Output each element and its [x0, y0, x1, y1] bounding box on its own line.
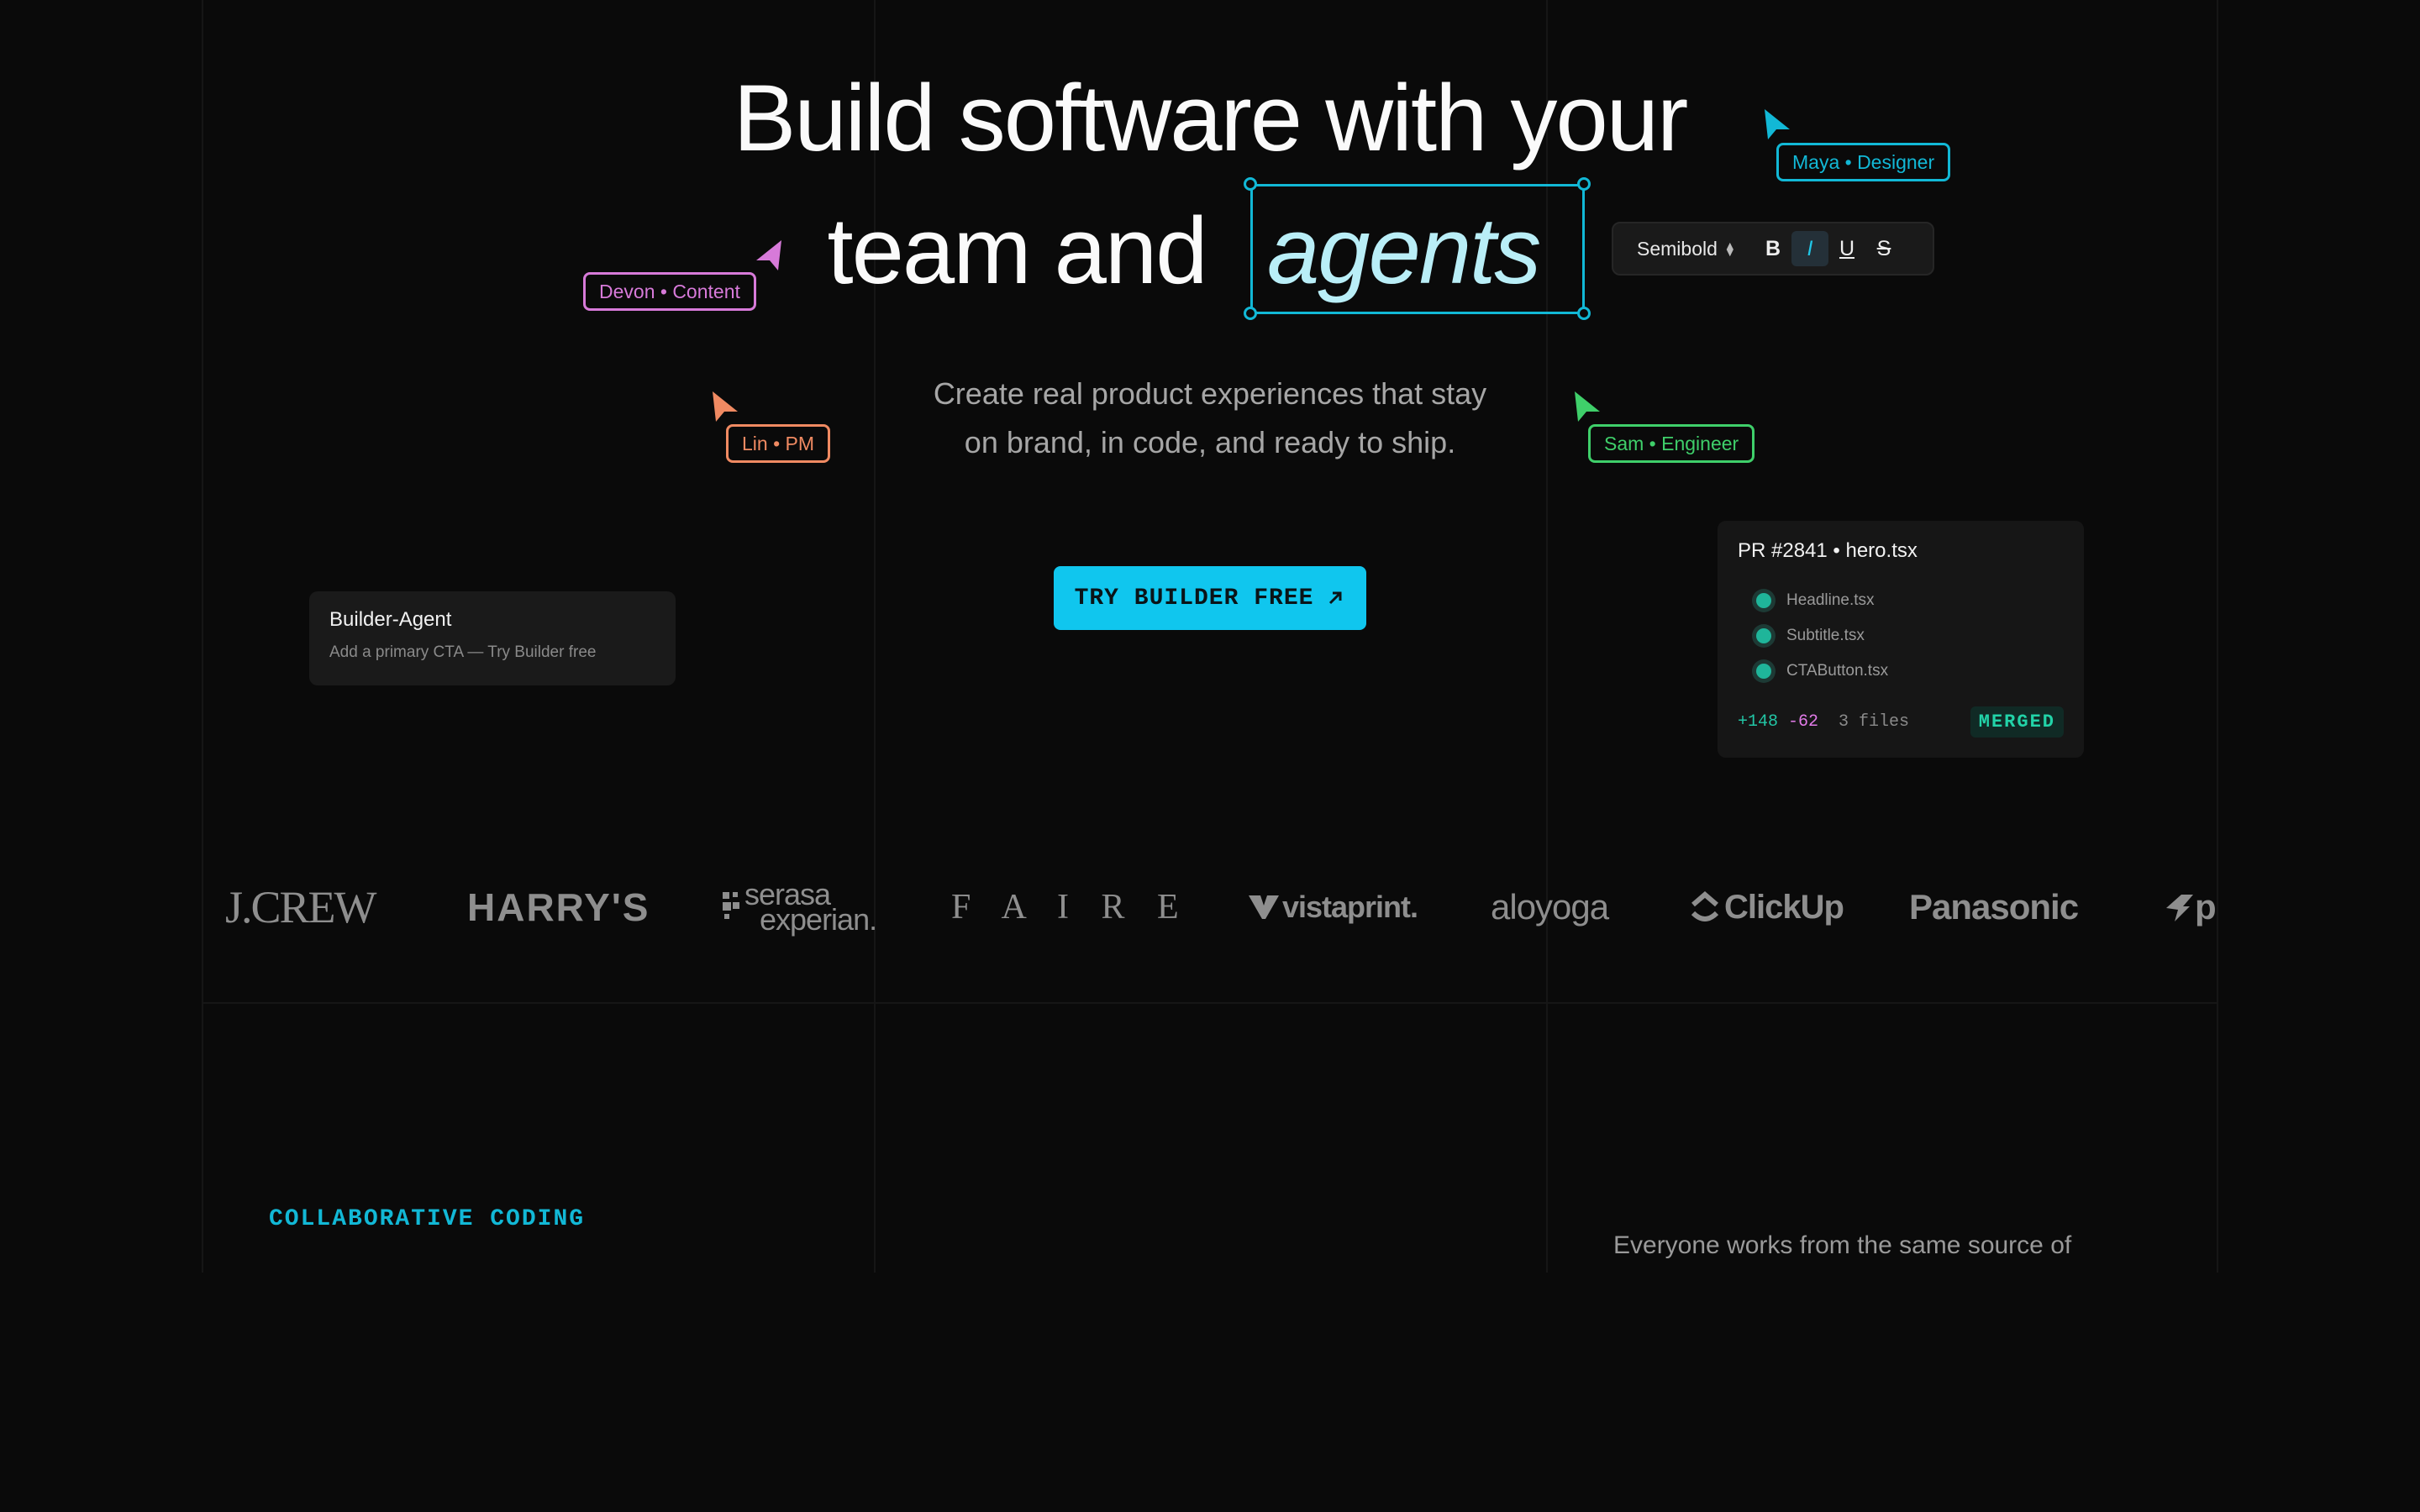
font-weight-select[interactable]: Semibold ▲ ▼: [1637, 238, 1754, 260]
collaborator-tag-maya: Maya • Designer: [1776, 143, 1951, 181]
grid-line: [874, 0, 876, 1273]
hero-headline-line-2: team and: [0, 204, 2420, 298]
pr-file-list: Headline.tsx Subtitle.tsx CTAButton.tsx: [1738, 583, 2064, 689]
pr-file-count: 3 files: [1839, 712, 1910, 732]
list-item: Subtitle.tsx: [1738, 618, 2064, 654]
logo-partial-text: p: [2195, 887, 2217, 927]
collaborator-tag-devon: Devon • Content: [583, 272, 756, 311]
section-eyebrow: COLLABORATIVE CODING: [269, 1206, 586, 1232]
logo-partial: p: [2165, 874, 2217, 941]
agent-card-description: Add a primary CTA — Try Builder free: [329, 643, 597, 661]
try-builder-free-button[interactable]: TRY BUILDER FREE: [1054, 566, 1366, 630]
status-dot-icon: [1756, 593, 1771, 608]
cursor-pointer-icon: [1765, 109, 1790, 139]
grid-line: [2217, 0, 2218, 1273]
partial-logo-mark-icon: [2166, 895, 2193, 921]
logo-clickup: ClickUp: [1691, 874, 1844, 941]
grid-line: [202, 0, 203, 1273]
status-dot-icon: [1756, 628, 1771, 643]
resize-handle[interactable]: [1577, 177, 1591, 191]
pr-stats: +148 -62 3 files MERGED: [1738, 706, 2064, 738]
list-item: Headline.tsx: [1738, 583, 2064, 618]
builder-agent-card: Builder-Agent Add a primary CTA — Try Bu…: [309, 591, 676, 685]
strikethrough-button[interactable]: S: [1865, 231, 1902, 266]
resize-handle[interactable]: [1244, 177, 1257, 191]
section-body-copy: Everyone works from the same source of: [1613, 1231, 2072, 1259]
experian-dots-icon: [723, 892, 739, 919]
headline-highlight-word[interactable]: agents: [1267, 204, 1541, 298]
format-toolbar: Semibold ▲ ▼ B I U S: [1612, 222, 1934, 276]
hero-headline-line-1: Build software with your: [733, 66, 1689, 171]
underline-button[interactable]: U: [1828, 231, 1865, 266]
headline-prefix: team and: [827, 198, 1208, 303]
pr-deletions: -62: [1788, 712, 1819, 732]
resize-handle[interactable]: [1577, 307, 1591, 320]
list-item: CTAButton.tsx: [1738, 654, 2064, 689]
pull-request-card: PR #2841 • hero.tsx Headline.tsx Subtitl…: [1718, 521, 2084, 758]
logo-serasa-experian: serasa experian.: [723, 874, 877, 941]
font-weight-value: Semibold: [1637, 237, 1718, 260]
logo-aloyoga: aloyoga: [1491, 887, 1609, 927]
italic-button[interactable]: I: [1791, 231, 1828, 266]
logo-clickup-text: ClickUp: [1724, 888, 1844, 926]
logo-experian-text: experian.: [760, 902, 877, 937]
pr-title: PR #2841 • hero.tsx: [1738, 539, 1918, 562]
customer-logo-strip: J.CREW HARRY'S serasa experian. F A I R …: [202, 874, 2218, 941]
bold-button[interactable]: B: [1754, 231, 1791, 266]
cta-label: TRY BUILDER FREE: [1074, 585, 1314, 612]
subtitle-line-1: Create real product experiences that sta…: [933, 376, 1487, 411]
logo-panasonic: Panasonic: [1909, 887, 2079, 927]
status-badge: MERGED: [1970, 706, 2064, 738]
logo-vistaprint: vistaprint.: [1249, 874, 1418, 941]
subtitle-line-2: on brand, in code, and ready to ship.: [964, 425, 1456, 459]
clickup-chevron-icon: [1691, 891, 1719, 921]
agent-card-title: Builder-Agent: [329, 608, 452, 631]
hero-subtitle: Create real product experiences that sta…: [0, 370, 2420, 467]
pr-additions: +148: [1738, 712, 1779, 732]
cursor-pointer-icon: [756, 240, 781, 270]
logo-vistaprint-text: vistaprint.: [1282, 890, 1418, 924]
arrow-up-right-icon: [1329, 591, 1342, 605]
section-divider: [202, 1002, 2218, 1004]
status-dot-icon: [1756, 664, 1771, 679]
resize-handle[interactable]: [1244, 307, 1257, 320]
logo-harrys: HARRY'S: [467, 885, 650, 929]
vistaprint-mark-icon: [1249, 895, 1279, 919]
logo-jcrew: J.CREW: [225, 882, 377, 932]
updown-chevron-icon: ▲ ▼: [1723, 238, 1736, 259]
logo-faire: F A I R E: [951, 888, 1191, 927]
